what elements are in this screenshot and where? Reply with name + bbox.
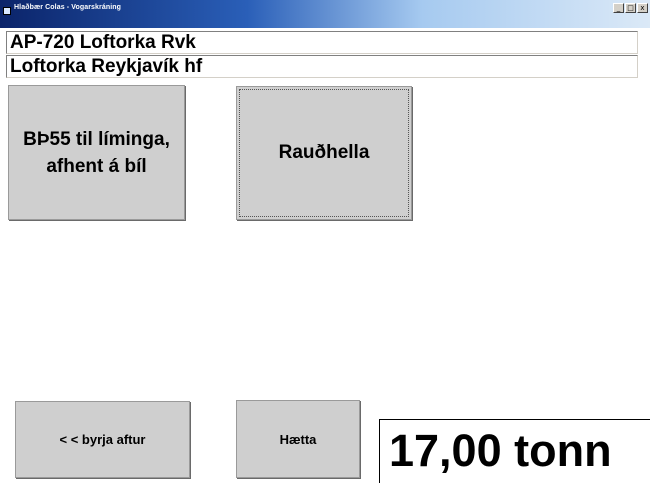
product-button-bth55[interactable]: BÞ55 til líminga, afhent á bíl [8,85,185,220]
weight-display: 17,00 tonn [379,419,650,483]
title-bar[interactable]: Hlaðbær Colas - Vogarskráning _ □ x [0,0,650,28]
window-title: Hlaðbær Colas - Vogarskráning [14,4,122,11]
customer-field: Loftorka Reykjavík hf [6,55,638,78]
vehicle-field: AP-720 Loftorka Rvk [6,31,638,54]
restart-button[interactable]: < < byrja aftur [15,401,190,478]
quit-button[interactable]: Hætta [236,400,360,478]
maximize-button[interactable]: □ [625,3,636,13]
window-controls: _ □ x [613,3,648,13]
app-icon [3,7,11,15]
minimize-button[interactable]: _ [613,3,624,13]
close-button[interactable]: x [637,3,648,13]
product-button-raudhella[interactable]: Rauðhella [236,86,412,220]
